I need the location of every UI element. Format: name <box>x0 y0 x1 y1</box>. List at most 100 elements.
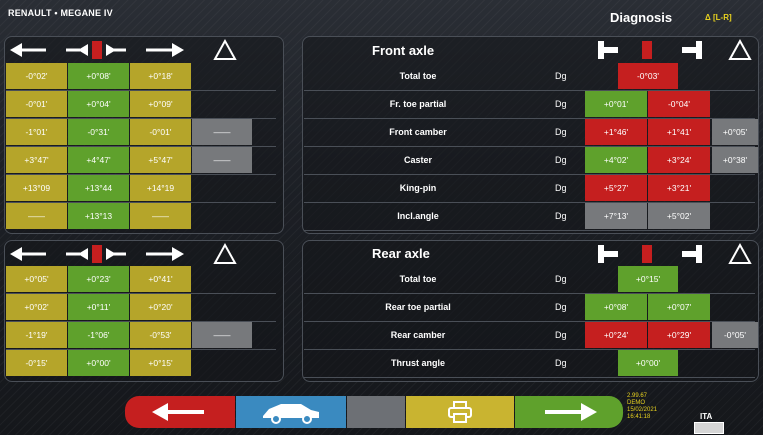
nominal-icon <box>642 245 652 263</box>
tolerance-cell: -0°02' <box>6 63 67 89</box>
tolerance-cell: +13°44 <box>68 175 129 201</box>
tolerance-cell: -0°15' <box>6 350 67 376</box>
info-line: 15/02/2021 <box>627 407 658 413</box>
tolerance-cell: +0°09' <box>130 91 191 117</box>
delta-icon <box>213 242 237 264</box>
back-button[interactable] <box>125 396 235 428</box>
tolerance-cell: +3°47' <box>6 147 67 173</box>
measure-right-cell: +0°29' <box>648 322 710 348</box>
measure-label: Caster <box>403 155 432 165</box>
info-line: 2.99.67 <box>627 393 648 399</box>
tolerance-cell: —— <box>192 147 252 173</box>
car-icon <box>263 404 319 424</box>
row-divider <box>304 377 755 378</box>
measure-left-cell: +1°46' <box>585 119 647 145</box>
measure-unit: Dg <box>555 71 567 81</box>
tolerance-cell <box>192 294 252 320</box>
wheel-side-header-front <box>598 38 752 60</box>
tolerance-cell <box>192 350 252 376</box>
tolerance-cell <box>192 63 252 89</box>
measure-unit: Dg <box>555 302 567 312</box>
info-line: DEMO <box>627 400 645 406</box>
tolerance-header-front <box>10 38 237 60</box>
measure-label: King-pin <box>399 183 437 193</box>
status-icons <box>694 422 724 434</box>
tolerance-cell: +14°19 <box>130 175 191 201</box>
info-line: 16:41:18 <box>627 414 651 420</box>
measure-unit: Dg <box>555 127 567 137</box>
tolerance-cell: +0°02' <box>6 294 67 320</box>
side-indicator: Δ [L-R] <box>705 13 732 22</box>
tolerance-cell: +4°47' <box>68 147 129 173</box>
right-wheel-icon <box>682 41 702 59</box>
tolerance-cell: —— <box>130 203 191 229</box>
tolerance-cell: +0°41' <box>130 266 191 292</box>
nominal-icon <box>66 41 126 59</box>
tolerance-cell: +13°13 <box>68 203 129 229</box>
max-arrow-icon <box>146 43 184 57</box>
car-button[interactable] <box>236 396 346 428</box>
measure-unit: Dg <box>555 99 567 109</box>
tolerance-cell <box>192 91 252 117</box>
tolerance-cell <box>192 175 252 201</box>
delta-icon <box>728 242 752 264</box>
measure-unit: Dg <box>555 211 567 221</box>
forward-button[interactable] <box>515 396 623 428</box>
back-arrow-icon <box>152 403 204 421</box>
measure-right-cell: +0°07' <box>648 294 710 320</box>
tolerance-cell <box>192 266 252 292</box>
min-arrow-icon <box>10 43 46 57</box>
blank-button[interactable] <box>347 396 405 428</box>
page-title: Diagnosis <box>610 10 673 25</box>
rear-axle-title: Rear axle <box>372 246 430 261</box>
print-button[interactable] <box>406 396 514 428</box>
measure-right-cell: -0°04' <box>648 91 710 117</box>
tolerance-cell: -0°53' <box>130 322 191 348</box>
measure-delta-cell: -0°05' <box>712 322 758 348</box>
measure-left-cell: +0°01' <box>585 91 647 117</box>
tolerance-cell: +0°04' <box>68 91 129 117</box>
tolerance-cell: -0°01' <box>6 91 67 117</box>
version-info: 2.99.67 DEMO 15/02/2021 16:41:18 <box>627 393 657 421</box>
tolerance-header-rear <box>10 242 237 264</box>
tolerance-cell: +0°18' <box>130 63 191 89</box>
tolerance-cell: +0°11' <box>68 294 129 320</box>
wheel-side-header-rear <box>598 242 752 264</box>
tolerance-cell: +0°20' <box>130 294 191 320</box>
measure-delta-cell: +0°05' <box>712 119 758 145</box>
measure-left-cell: +7°13' <box>585 203 647 229</box>
tolerance-cell: +0°08' <box>68 63 129 89</box>
measure-right-cell: +3°21' <box>648 175 710 201</box>
tolerance-cell: -1°01' <box>6 119 67 145</box>
measure-label: Incl.angle <box>397 211 439 221</box>
tolerance-cell: —— <box>192 119 252 145</box>
forward-arrow-icon <box>545 403 597 421</box>
measure-total-cell: -0°03' <box>618 63 678 89</box>
tolerance-cell: -1°06' <box>68 322 129 348</box>
tolerance-cell: +0°23' <box>68 266 129 292</box>
nominal-icon <box>642 41 652 59</box>
tolerance-cell: —— <box>6 203 67 229</box>
vehicle-label: RENAULT • MEGANE IV <box>8 8 113 18</box>
tolerance-cell: +0°00' <box>68 350 129 376</box>
measure-label: Total toe <box>399 71 437 81</box>
delta-icon <box>728 38 752 60</box>
front-axle-title: Front axle <box>372 43 435 58</box>
max-arrow-icon <box>146 247 184 261</box>
tolerance-cell: +5°47' <box>130 147 191 173</box>
tolerance-cell: +13°09 <box>6 175 67 201</box>
measure-label: Thrust angle <box>390 358 445 368</box>
min-arrow-icon <box>10 247 46 261</box>
left-wheel-icon <box>598 41 618 59</box>
measure-left-cell: +0°24' <box>585 322 647 348</box>
measure-unit: Dg <box>555 330 567 340</box>
measure-delta-cell: +0°38' <box>712 147 758 173</box>
nominal-icon <box>66 245 126 263</box>
printer-icon <box>448 401 472 423</box>
top-bar: RENAULT • MEGANE IV Diagnosis Δ [L-R] <box>0 0 763 28</box>
measure-right-cell: +5°02' <box>648 203 710 229</box>
measure-label: Fr. toe partial <box>389 99 447 109</box>
measure-label: Front camber <box>389 127 447 137</box>
tolerance-cell: +0°15' <box>130 350 191 376</box>
measure-right-cell: +1°41' <box>648 119 710 145</box>
